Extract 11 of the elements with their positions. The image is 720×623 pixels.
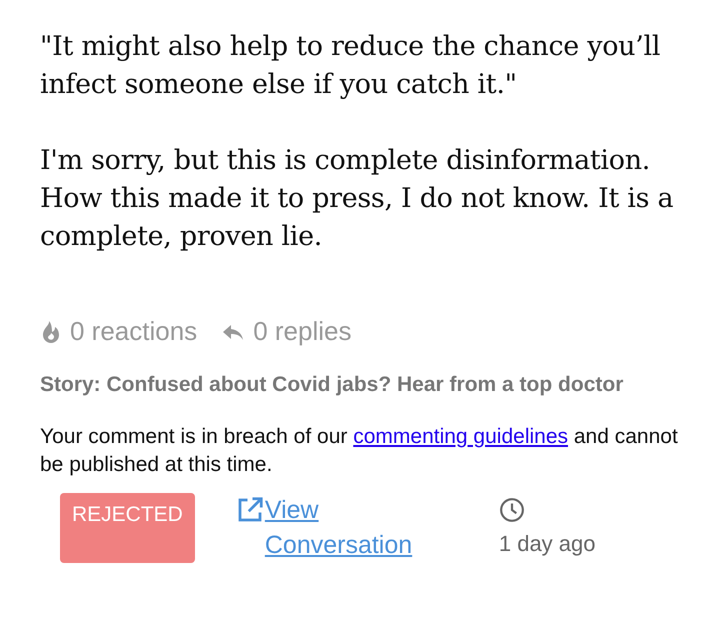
comment-text: I'm sorry, but this is complete disinformation. How this made it to press, I do not know. It is a complete, proven lie. <box>40 144 674 254</box>
timestamp: 1 day ago <box>498 531 596 557</box>
breach-notice: Your comment is in breach of our commenting guidelines and cannot be published at this time. <box>40 424 679 478</box>
story-title: Story: Confused about Covid jabs? Hear from a top doctor <box>40 373 624 397</box>
replies-count: 0 replies <box>253 316 352 347</box>
clock-icon <box>498 497 525 523</box>
status-badge: REJECTED <box>60 493 195 563</box>
comment-text: "It might also help to reduce the chance you’ll infect someone else if you catch it." <box>40 30 662 102</box>
reactions-count: 0 reactions <box>70 316 198 347</box>
guidelines-link[interactable]: commenting guidelines <box>353 425 568 448</box>
flame-icon <box>40 320 62 344</box>
